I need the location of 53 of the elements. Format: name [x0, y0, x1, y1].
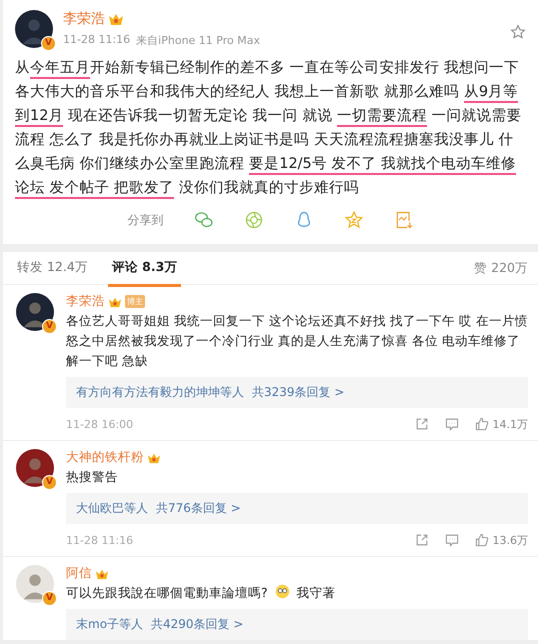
likes-total[interactable]: 赞 220万 — [474, 260, 528, 276]
crown-icon — [108, 296, 122, 308]
crown-icon — [147, 452, 161, 464]
verified-badge: V — [42, 475, 57, 490]
share-icon[interactable] — [414, 416, 430, 432]
tab[interactable]: 转发 12.4万 — [13, 250, 92, 286]
chat-bubbles-icon[interactable] — [194, 210, 214, 230]
commenter-name[interactable]: 大神的铁杆粉 — [66, 449, 144, 466]
comment-text: 各位艺人哥哥姐姐 我统一回复一下 这个论坛还真不好找 找了一下午 哎 在一片愤怒之中居然被我发现了一个冷门行业 真的是人生充满了惊喜 各位 电动车维修了解一下吧 急缺 — [66, 313, 528, 368]
reply-count-link[interactable]: 共4290条回复 > — [151, 616, 244, 633]
tab[interactable]: 评论 8.3万 — [108, 250, 182, 286]
crown-icon — [108, 12, 124, 26]
star-icon[interactable] — [510, 24, 526, 40]
share-icon[interactable] — [414, 532, 430, 548]
comment-text: 热搜警告 — [66, 469, 118, 484]
thumbs-up-icon — [474, 416, 490, 432]
comment-time: 11-28 16:00 — [66, 418, 134, 430]
replies-panel[interactable]: 大仙欧巴等人 共776条回复 > — [66, 493, 528, 524]
thumbs-up-icon — [474, 532, 490, 548]
reply-count-link[interactable]: 共3239条回复 > — [252, 384, 344, 401]
like-count: 13.6万 — [492, 532, 528, 548]
avatar[interactable] — [16, 449, 54, 487]
author-tag: 博主 — [125, 295, 145, 308]
verified-badge: V — [42, 591, 57, 606]
crown-icon — [95, 568, 109, 580]
reply-count-link[interactable]: 共776条回复 > — [156, 500, 241, 517]
aperture-icon[interactable] — [244, 210, 264, 230]
reply-names: 大仙欧巴等人 — [76, 500, 148, 517]
verified-badge: V — [42, 319, 57, 334]
like-button[interactable]: 14.1万 — [474, 416, 528, 432]
glasses-face-icon — [274, 584, 290, 599]
comment-time: 11-28 11:16 — [66, 534, 134, 546]
replies-panel[interactable]: 末mo子等人 共4290条回复 > — [66, 609, 528, 640]
post-text: 从今年五月 开始新专辑已经制作的差不多 一直在等公司安排发行 我想问一下各大伟大的音乐平台和我伟大的经纪人 我想上一首新歌 就那么难吗 从9月等到12月 现在还告诉我一切暂无定论 我一问 就说 一切需要流程 一问就说需要流程 怎么了 我是托你办再就业上岗证书是吗 天天流程流程搪塞我没事儿 什么臭毛病 你们继续办公室里跑流程 要是12/5号 发不了 我就找个电动车维修论坛 发个帖子 把歌发了 没你们我就真的寸步难行吗 — [15, 56, 526, 200]
replies-panel[interactable]: 有方向有方法有毅力的坤坤等人 共3239条回复 > — [66, 377, 528, 408]
comment-text: 我守著 — [296, 585, 336, 600]
post-time: 11-28 11:16 — [63, 33, 130, 48]
like-button[interactable]: 13.6万 — [474, 532, 528, 548]
like-count: 14.1万 — [492, 416, 528, 432]
avatar[interactable] — [15, 10, 53, 48]
avatar[interactable] — [16, 293, 54, 331]
comment-text: 可以先跟我說在哪個電動車論壇嗎? — [66, 585, 269, 600]
commenter-name[interactable]: 阿信 — [66, 565, 92, 582]
reply-names: 末mo子等人 — [76, 616, 144, 633]
reply-names: 有方向有方法有毅力的坤坤等人 — [76, 384, 244, 401]
share-label: 分享到 — [128, 212, 164, 228]
commenter-name[interactable]: 李荣浩 — [66, 293, 105, 310]
comment-icon[interactable] — [444, 416, 460, 432]
post-source: 来自iPhone 11 Pro Max — [136, 33, 260, 48]
verified-badge: V — [41, 36, 56, 51]
comment-icon[interactable] — [444, 532, 460, 548]
star-icon[interactable] — [344, 210, 364, 230]
author-name[interactable]: 李荣浩 — [63, 10, 105, 28]
